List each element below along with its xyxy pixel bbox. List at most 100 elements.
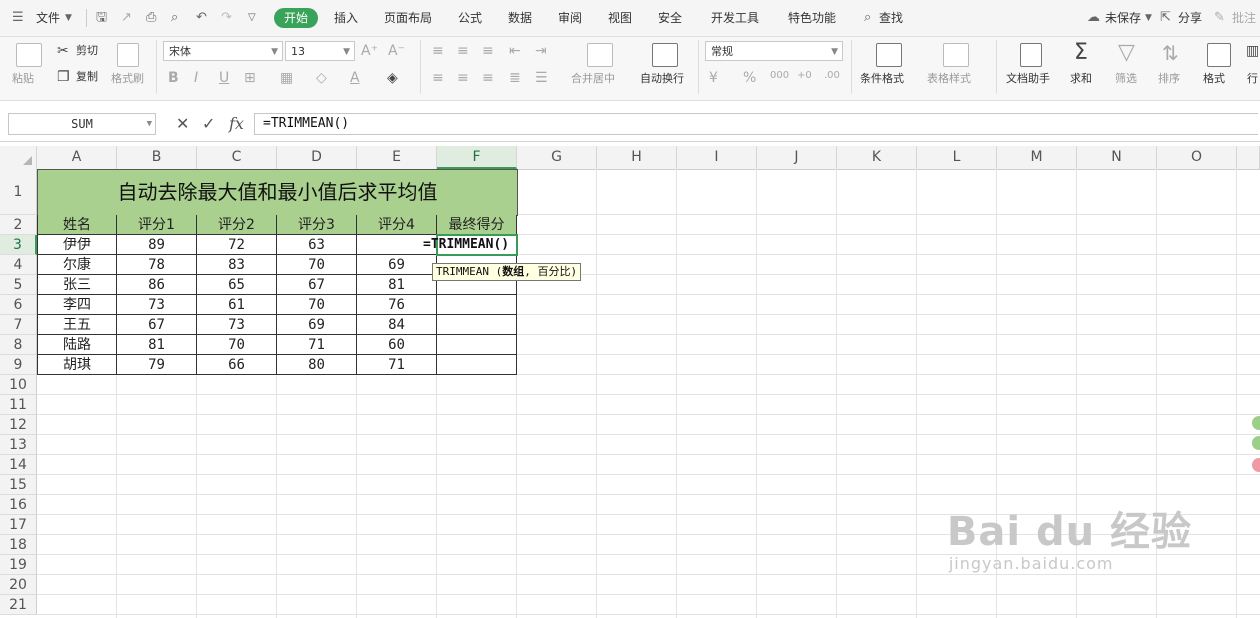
sum-icon[interactable]: Σ — [1074, 41, 1088, 65]
score-cell[interactable]: 69 — [277, 315, 357, 335]
score-cell[interactable]: 63 — [277, 235, 357, 255]
print-preview-icon[interactable]: ⌕ — [171, 9, 178, 27]
score-cell[interactable]: 79 — [117, 355, 197, 375]
doc-helper-icon[interactable] — [1020, 43, 1042, 67]
row-col-button[interactable]: 行 — [1247, 72, 1258, 86]
filter-button[interactable]: 筛选 — [1115, 72, 1137, 86]
save-icon[interactable]: 🖫 — [96, 9, 107, 27]
score-cell[interactable]: 80 — [277, 355, 357, 375]
sheet-title-cell[interactable]: 自动去除最大值和最小值后求平均值 — [37, 169, 518, 216]
row-header-3[interactable]: 3 — [0, 235, 37, 255]
chevron-down-icon[interactable]: ▼ — [1145, 9, 1152, 27]
row-header-7[interactable]: 7 — [0, 315, 37, 335]
score-cell[interactable]: 61 — [197, 295, 277, 315]
file-menu[interactable]: 文件 — [36, 9, 60, 27]
chevron-down-icon[interactable]: ▼ — [147, 114, 152, 134]
row-header-16[interactable]: 16 — [0, 495, 37, 515]
side-dot-green[interactable] — [1252, 436, 1260, 450]
row-header-21[interactable]: 21 — [0, 595, 37, 615]
score-cell[interactable]: 89 — [117, 235, 197, 255]
conditional-format-button[interactable]: 条件格式 — [860, 72, 904, 86]
font-color-icon[interactable]: A — [350, 70, 360, 86]
chevron-down-icon[interactable]: ▼ — [65, 9, 72, 27]
justify-icon[interactable]: ≣ — [509, 70, 521, 86]
bold-icon[interactable]: B — [168, 70, 179, 86]
score-cell[interactable]: 73 — [117, 295, 197, 315]
column-header-g[interactable]: G — [517, 146, 597, 169]
conditional-format-icon[interactable] — [876, 43, 902, 67]
search-button[interactable]: 查找 — [879, 9, 903, 27]
name-cell[interactable]: 王五 — [37, 315, 117, 335]
paste-button[interactable]: 粘贴 — [12, 72, 34, 86]
column-header-i[interactable]: I — [677, 146, 757, 169]
column-header-n[interactable]: N — [1077, 146, 1157, 169]
column-header-d[interactable]: D — [277, 146, 357, 169]
menu-icon[interactable]: ☰ — [12, 9, 24, 27]
italic-icon[interactable]: I — [194, 70, 198, 86]
thousands-icon[interactable]: 000 — [770, 68, 789, 84]
table-style-icon[interactable] — [943, 43, 969, 67]
sum-button[interactable]: 求和 — [1070, 72, 1092, 86]
row-header-4[interactable]: 4 — [0, 255, 37, 275]
column-header-f[interactable]: F — [437, 146, 517, 169]
score-cell[interactable]: 73 — [197, 315, 277, 335]
filter-icon[interactable]: ▽ — [1118, 41, 1135, 65]
row-header-13[interactable]: 13 — [0, 435, 37, 455]
header-cell[interactable]: 评分1 — [117, 215, 197, 235]
copy-button[interactable]: 复制 — [76, 70, 98, 84]
score-cell[interactable]: 70 — [197, 335, 277, 355]
score-cell[interactable]: 83 — [197, 255, 277, 275]
merge-center-icon[interactable] — [587, 43, 613, 67]
wrap-text-icon[interactable] — [652, 43, 678, 67]
column-header-h[interactable]: H — [597, 146, 677, 169]
column-header-b[interactable]: B — [117, 146, 197, 169]
align-left-icon[interactable]: ≡ — [432, 70, 444, 86]
header-cell[interactable]: 评分3 — [277, 215, 357, 235]
tab-insert[interactable]: 插入 — [334, 9, 358, 27]
align-right-icon[interactable]: ≡ — [482, 70, 494, 86]
score-cell[interactable]: 86 — [117, 275, 197, 295]
side-dot-green[interactable] — [1252, 416, 1260, 430]
row-header-6[interactable]: 6 — [0, 295, 37, 315]
row-header-18[interactable]: 18 — [0, 535, 37, 555]
annotate-button[interactable]: 批注 — [1232, 9, 1256, 27]
font-name-select[interactable]: 宋体 ▼ — [163, 41, 283, 61]
align-middle-icon[interactable]: ≡ — [457, 43, 469, 59]
row-header-9[interactable]: 9 — [0, 355, 37, 375]
score-cell[interactable]: 70 — [277, 295, 357, 315]
name-cell[interactable]: 胡琪 — [37, 355, 117, 375]
score-cell[interactable]: 71 — [277, 335, 357, 355]
row-header-11[interactable]: 11 — [0, 395, 37, 415]
row-header-1[interactable]: 1 — [0, 169, 37, 215]
select-all-button[interactable] — [0, 146, 37, 169]
final-score-cell[interactable] — [437, 315, 517, 335]
row-header-12[interactable]: 12 — [0, 415, 37, 435]
align-center-icon[interactable]: ≡ — [457, 70, 469, 86]
wrap-text-button[interactable]: 自动换行 — [640, 72, 684, 86]
search-icon[interactable]: ⌕ — [864, 9, 871, 27]
score-cell[interactable]: 67 — [277, 275, 357, 295]
column-header-o[interactable]: O — [1157, 146, 1237, 169]
header-cell[interactable]: 评分4 — [357, 215, 437, 235]
number-format-select[interactable]: 常规 ▼ — [705, 41, 843, 61]
share-button[interactable]: 分享 — [1178, 9, 1202, 27]
column-header-l[interactable]: L — [917, 146, 997, 169]
currency-icon[interactable]: ¥ — [709, 70, 718, 86]
save-status[interactable]: 未保存 — [1105, 9, 1141, 27]
undo-icon[interactable]: ↶ — [196, 9, 207, 27]
column-header-m[interactable]: M — [997, 146, 1077, 169]
doc-helper-button[interactable]: 文档助手 — [1006, 72, 1050, 86]
clear-format-icon[interactable]: ◈ — [387, 70, 398, 86]
tab-home[interactable]: 开始 — [274, 8, 319, 28]
cancel-icon[interactable]: ✕ — [176, 114, 189, 134]
export-icon[interactable]: ↗ — [121, 9, 132, 27]
score-cell[interactable]: 71 — [357, 355, 437, 375]
score-cell[interactable]: 70 — [277, 255, 357, 275]
column-header-c[interactable]: C — [197, 146, 277, 169]
row-header-5[interactable]: 5 — [0, 275, 37, 295]
name-cell[interactable]: 张三 — [37, 275, 117, 295]
row-header-10[interactable]: 10 — [0, 375, 37, 395]
score-cell[interactable]: 81 — [117, 335, 197, 355]
tab-review[interactable]: 审阅 — [558, 9, 582, 27]
print-icon[interactable]: ⎙ — [146, 9, 156, 27]
